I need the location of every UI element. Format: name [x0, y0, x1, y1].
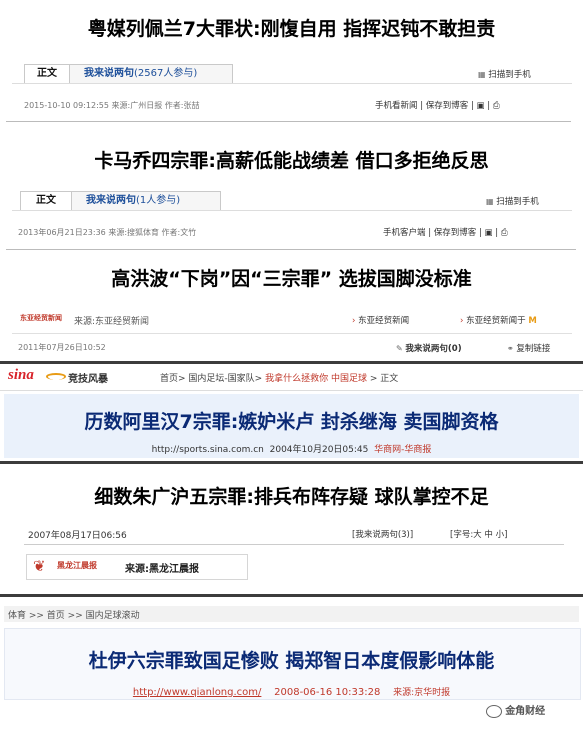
- wechat-icon: [486, 704, 502, 718]
- tab-comment-2[interactable]: 我来说两句(1人参与): [71, 191, 221, 211]
- sina-nav-bar: sina 竞技风暴 首页> 国内足坛-国家队> 我拿什么拯救你 中国足球 > 正…: [0, 364, 583, 391]
- tab-comment-label-2: 我来说两句: [86, 195, 136, 206]
- headline-6: 杜伊六宗罪致国足惨败 揭郑智日本度假影响体能: [88, 650, 495, 672]
- source-5: 来源:黑龙江晨报: [125, 564, 199, 575]
- source-link-a[interactable]: › 东亚经贸新闻: [352, 314, 409, 326]
- sina-eye-icon: [46, 373, 66, 380]
- channel-name[interactable]: 竞技风暴: [68, 370, 108, 385]
- article-panel-3: 高洪波“下岗”因“三宗罪” 选拔国脚没标准 东亚经贸新闻 来源:东亚经贸新闻 ›…: [0, 250, 583, 364]
- headline-1: 粤媒列佩兰7大罪状:刚愎自用 指挥迟钝不敢担责: [87, 18, 496, 40]
- watermark: 金角财经: [486, 702, 545, 718]
- headline-5: 细数朱广沪五宗罪:排兵布阵存疑 球队掌控不足: [94, 486, 489, 508]
- article-panel-4: sina 竞技风暴 首页> 国内足坛-国家队> 我拿什么拯救你 中国足球 > 正…: [0, 364, 583, 464]
- comment-link-3[interactable]: ✎ 我来说两句(0): [396, 342, 462, 354]
- article-panel-1: 粤媒列佩兰7大罪状:刚愎自用 指挥迟钝不敢担责 正文 我来说两句(2567人参与…: [0, 0, 583, 122]
- tab-comment-label-1: 我来说两句: [84, 68, 134, 79]
- tab-comment-count-1: (2567人参与): [134, 68, 198, 79]
- chenbao-logo-icon: ❦: [33, 557, 46, 575]
- divider-3: [12, 333, 572, 334]
- sina-logo[interactable]: sina: [8, 367, 34, 384]
- qr-label-2: 扫描到手机: [496, 197, 539, 207]
- source-6: 来源:京华时报: [393, 688, 451, 698]
- source-link-b[interactable]: › 东亚经贸新闻于 M: [460, 314, 537, 326]
- comment-link-5[interactable]: [我来说两句(3)]: [352, 528, 413, 540]
- qr-label-1: 扫描到手机: [488, 70, 531, 80]
- source-3: 来源:东亚经贸新闻: [74, 317, 150, 327]
- date-6: 2008-06-16 10:33:28: [274, 687, 381, 698]
- tab-comment-count-2: (1人参与): [136, 195, 181, 206]
- headline-4: 历数阿里汉7宗罪:嫉妒米卢 封杀继海 卖国脚资格: [84, 411, 499, 433]
- date-3: 2011年07月26日10:52: [18, 343, 106, 352]
- bottom-rule-5: [0, 594, 583, 597]
- pencil-icon: ✎: [396, 344, 403, 353]
- chenbao-logo-text: 黑龙江晨报: [57, 561, 97, 570]
- meta-1: 2015-10-10 09:12:55 来源:广州日报 作者:张喆: [24, 101, 200, 110]
- byline-4: http://sports.sina.com.cn 2004年10月20日05:…: [151, 445, 432, 455]
- tool-links-2[interactable]: 手机客户端 | 保存到博客 | ▣ | ⎙: [383, 226, 508, 238]
- breadcrumb-6[interactable]: 体育 >> 首页 >> 国内足球滚动: [8, 608, 140, 621]
- qr-icon: ▦: [486, 197, 494, 206]
- crumb-bar-6: 体育 >> 首页 >> 国内足球滚动: [4, 606, 579, 622]
- headline-2: 卡马乔四宗罪:高薪低能战绩差 借口多拒绝反思: [94, 150, 489, 172]
- breadcrumb-4: 首页> 国内足坛-国家队> 我拿什么拯救你 中国足球 > 正文: [160, 374, 399, 384]
- source-box-5: ❦ 黑龙江晨报 来源:黑龙江晨报: [26, 554, 248, 580]
- link-icon: ⚭: [507, 344, 514, 353]
- tab-main-1[interactable]: 正文: [24, 64, 70, 84]
- source-url-6[interactable]: http://www.qianlong.com/: [133, 687, 262, 698]
- qr-scan-link-2[interactable]: ▦ 扫描到手机: [486, 195, 539, 207]
- copy-link-3[interactable]: ⚭ 复制链接: [507, 342, 550, 354]
- divider-2: [12, 210, 572, 211]
- headline-3: 高洪波“下岗”因“三宗罪” 选拔国脚没标准: [111, 268, 472, 290]
- divider-5: [24, 544, 564, 545]
- qr-scan-link-1[interactable]: ▦ 扫描到手机: [478, 68, 531, 80]
- meta-2: 2013年06月21日23:36 来源:搜狐体育 作者:文竹: [18, 228, 197, 237]
- byline-6: http://www.qianlong.com/ 2008-06-16 10:3…: [0, 685, 583, 698]
- divider-1: [12, 83, 572, 84]
- tab-comment-1[interactable]: 我来说两句(2567人参与): [69, 64, 233, 84]
- tool-links-1[interactable]: 手机看新闻 | 保存到博客 | ▣ | ⎙: [375, 99, 500, 111]
- qr-icon: ▦: [478, 70, 486, 79]
- article-panel-6: 体育 >> 首页 >> 国内足球滚动 杜伊六宗罪致国足惨败 揭郑智日本度假影响体…: [0, 598, 583, 732]
- article-panel-5: 细数朱广沪五宗罪:排兵布阵存疑 球队掌控不足 2007年08月17日06:56 …: [0, 464, 583, 598]
- font-size-control[interactable]: [字号:大 中 小]: [450, 528, 507, 540]
- article-panel-2: 卡马乔四宗罪:高薪低能战绩差 借口多拒绝反思 正文 我来说两句(1人参与) ▦ …: [0, 122, 583, 250]
- date-5: 2007年08月17日06:56: [28, 531, 127, 541]
- source-logo-3: 东亚经贸新闻: [20, 314, 62, 322]
- tab-main-2[interactable]: 正文: [20, 191, 72, 211]
